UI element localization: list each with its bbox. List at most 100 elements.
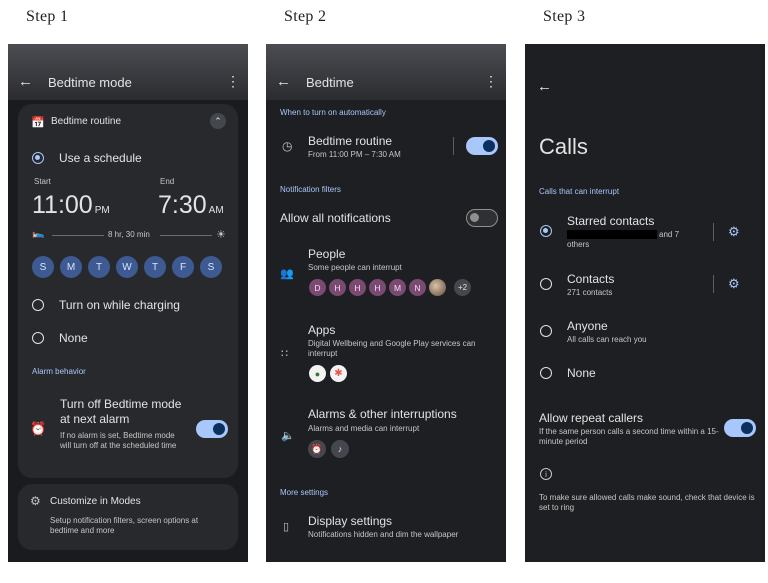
starred-settings-gear-icon[interactable]: ⚙: [728, 224, 740, 240]
alarm-toggle[interactable]: [196, 420, 228, 438]
phone-step-3: ← Calls Calls that can interrupt Starred…: [525, 44, 765, 562]
back-arrow-icon[interactable]: ←: [276, 73, 306, 90]
start-label: Start: [34, 177, 51, 186]
duration-line-right: [160, 235, 212, 236]
customize-title: Customize in Modes: [50, 496, 141, 507]
avatar: H: [369, 279, 386, 296]
apps-grid-icon: ∷: [281, 348, 288, 360]
people-icon: 👥: [280, 268, 294, 280]
starred-sub-2: others: [567, 240, 590, 249]
starred-title: Starred contacts: [567, 214, 655, 228]
divider: [713, 223, 714, 241]
avatar: H: [329, 279, 346, 296]
alarm-behavior-header: Alarm behavior: [32, 367, 86, 376]
more-options-icon[interactable]: ⋮: [484, 73, 498, 90]
alarms-title[interactable]: Alarms & other interruptions: [308, 407, 457, 421]
routine-toggle[interactable]: [466, 137, 498, 155]
phone-screen-icon: ▯: [283, 521, 290, 533]
info-icon: i: [540, 468, 552, 480]
section-auto-header: When to turn on automatically: [280, 108, 386, 117]
section-filters-header: Notification filters: [280, 185, 341, 194]
use-schedule-radio[interactable]: [32, 152, 44, 164]
more-avatars-badge: +2: [454, 279, 471, 296]
day-chip-saturday[interactable]: S: [200, 256, 222, 278]
routine-sub: From 11:00 PM – 7:30 AM: [308, 150, 401, 159]
day-chip-tuesday[interactable]: T: [88, 256, 110, 278]
chevron-up-icon[interactable]: ⌃: [210, 113, 226, 129]
customize-desc: Setup notification filters, screen optio…: [50, 516, 199, 535]
day-chip-wednesday[interactable]: W: [116, 256, 138, 278]
alarm-clock-icon: ⏰: [30, 421, 47, 436]
section-more-header: More settings: [280, 488, 329, 497]
day-chip-sunday[interactable]: S: [32, 256, 54, 278]
back-arrow-icon[interactable]: ←: [18, 73, 48, 90]
contacts-title: Contacts: [567, 272, 615, 286]
allow-all-label: Allow all notifications: [280, 211, 391, 225]
phone-step-1: ← Bedtime mode ⋮ 📅 Bedtime routine ⌃ Use…: [8, 44, 248, 562]
repeat-callers-toggle[interactable]: [724, 419, 756, 437]
digital-wellbeing-icon: ●: [309, 365, 326, 382]
apps-sub: Digital Wellbeing and Google Play servic…: [308, 339, 476, 358]
none-radio[interactable]: [32, 332, 44, 344]
avatar: N: [409, 279, 426, 296]
redacted-names: [567, 230, 657, 239]
alarm-desc: If no alarm is set, Bedtime mode will tu…: [60, 431, 177, 450]
day-chip-friday[interactable]: F: [172, 256, 194, 278]
top-app-bar: ← Bedtime mode ⋮: [8, 44, 248, 100]
none-title: None: [567, 366, 596, 380]
gear-icon: ⚙: [30, 494, 41, 508]
charging-radio[interactable]: [32, 299, 44, 311]
contacts-sub: 271 contacts: [567, 288, 613, 297]
end-time-value: 7:30: [158, 191, 207, 219]
use-schedule-label: Use a schedule: [59, 151, 142, 165]
music-note-icon: ♪: [331, 440, 349, 458]
bed-icon: 🛌: [32, 228, 45, 239]
divider: [713, 275, 714, 293]
allow-all-toggle[interactable]: [466, 209, 498, 227]
contacts-radio[interactable]: [540, 278, 552, 290]
step-label-1: Step 1: [26, 8, 69, 25]
contacts-settings-gear-icon[interactable]: ⚙: [728, 276, 740, 292]
phone-step-2: ← Bedtime ⋮ When to turn on automaticall…: [266, 44, 506, 562]
more-options-icon[interactable]: ⋮: [226, 73, 240, 90]
section-header: Calls that can interrupt: [539, 187, 620, 196]
photo-avatar: [429, 279, 446, 296]
clock-icon: ◷: [282, 139, 293, 153]
start-time[interactable]: 11:00 PM: [32, 191, 110, 220]
step-label-2: Step 2: [284, 8, 327, 25]
start-time-value: 11:00: [32, 191, 93, 219]
starred-sub-tail: and 7: [659, 230, 680, 239]
page-title: Bedtime: [306, 75, 354, 90]
sun-icon: ☀: [216, 229, 226, 241]
anyone-radio[interactable]: [540, 325, 552, 337]
repeat-callers-title: Allow repeat callers: [539, 411, 644, 425]
page-title: Bedtime mode: [48, 75, 132, 90]
people-sub: Some people can interrupt: [308, 263, 402, 272]
none-radio[interactable]: [540, 367, 552, 379]
info-text: To make sure allowed calls make sound, c…: [539, 493, 755, 512]
end-ampm: AM: [208, 205, 224, 216]
play-services-icon: ✱: [330, 365, 347, 382]
day-chip-monday[interactable]: M: [60, 256, 82, 278]
anyone-sub: All calls can reach you: [567, 335, 647, 344]
avatar: M: [389, 279, 406, 296]
end-time[interactable]: 7:30 AM: [158, 191, 224, 220]
back-arrow-icon[interactable]: ←: [537, 78, 552, 95]
customize-card[interactable]: ⚙ Customize in Modes Setup notification …: [18, 484, 238, 550]
charging-label: Turn on while charging: [59, 298, 180, 312]
duration-line-left: [52, 235, 104, 236]
end-label: End: [160, 177, 175, 186]
speaker-icon: 🔈: [281, 430, 295, 442]
routine-header: Bedtime routine: [51, 116, 122, 127]
starred-radio[interactable]: [540, 225, 552, 237]
page-title: Calls: [539, 134, 588, 159]
apps-title[interactable]: Apps: [308, 323, 335, 337]
day-chip-thursday[interactable]: T: [144, 256, 166, 278]
alarms-sub: Alarms and media can interrupt: [308, 424, 420, 433]
routine-title[interactable]: Bedtime routine: [308, 134, 392, 148]
none-label: None: [59, 331, 88, 345]
people-title[interactable]: People: [308, 247, 345, 261]
avatar: H: [349, 279, 366, 296]
display-sub: Notifications hidden and dim the wallpap…: [308, 530, 459, 539]
display-title[interactable]: Display settings: [308, 514, 392, 528]
